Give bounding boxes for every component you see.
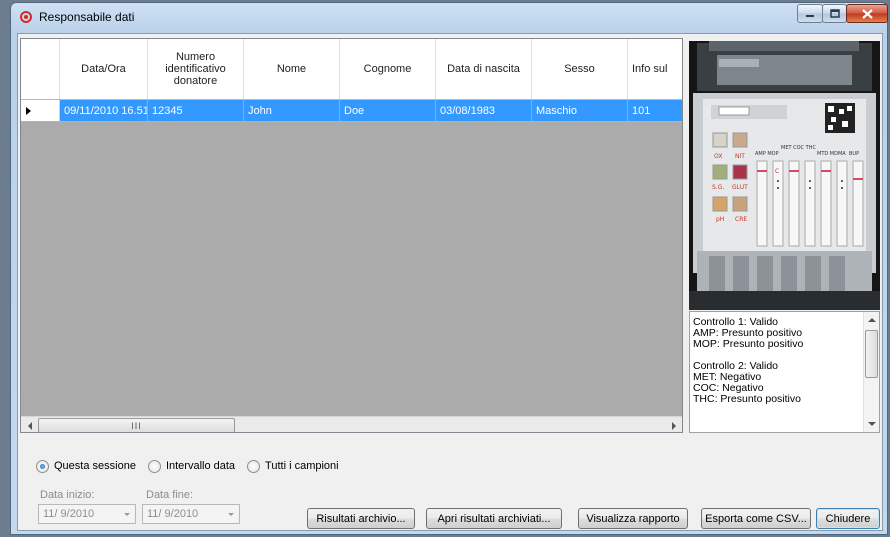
test-cup-photo: OX NIT S.G. GLUT pH CRE AMP MOP MET COC …	[689, 41, 880, 310]
column-header-datetime[interactable]: Data/Ora	[60, 39, 148, 99]
minimize-icon	[806, 14, 814, 17]
control-line-label: C	[775, 168, 779, 175]
scroll-left-button[interactable]	[21, 417, 38, 432]
nit-label: NIT	[735, 153, 745, 160]
close-icon	[861, 8, 873, 19]
results-text: Controllo 1: Valido AMP: Presunto positi…	[693, 317, 863, 405]
end-date-label: Data fine:	[146, 489, 194, 501]
radio-date-range[interactable]: Intervallo data	[147, 459, 236, 473]
end-date-picker[interactable]: 11/ 9/2010	[142, 504, 240, 524]
ph-label: pH	[716, 216, 724, 223]
chevron-down-icon	[227, 512, 234, 516]
horizontal-scrollbar[interactable]: III	[21, 416, 682, 432]
bup-label: BUP	[849, 151, 859, 157]
export-csv-button[interactable]: Esporta come CSV...	[701, 508, 811, 529]
radio-label: Tutti i campioni	[265, 460, 339, 472]
arrow-right-icon	[671, 421, 676, 430]
column-header-info[interactable]: Info sul	[628, 39, 682, 99]
cell-datetime[interactable]: 09/11/2010 16.51	[60, 100, 148, 121]
start-date-dropdown[interactable]	[118, 505, 135, 523]
row-header-corner	[21, 39, 60, 99]
scroll-down-icon[interactable]	[868, 422, 876, 426]
radio-label: Questa sessione	[54, 460, 136, 472]
met-coc-thc-label: MET COC THC	[781, 145, 816, 151]
column-header-donor-id[interactable]: Numero identificativo donatore	[148, 39, 244, 99]
start-date-label: Data inizio:	[40, 489, 95, 501]
close-window-button[interactable]	[846, 4, 888, 23]
radio-unselected-icon[interactable]	[147, 459, 161, 473]
window-title: Responsabile dati	[39, 10, 135, 24]
start-date-picker[interactable]: 11/ 9/2010	[38, 504, 136, 524]
archive-results-button[interactable]: Risultati archivio...	[307, 508, 415, 529]
chevron-down-icon	[123, 512, 130, 516]
start-date-value: 11/ 9/2010	[43, 508, 95, 520]
cell-donor-id[interactable]: 12345	[148, 100, 244, 121]
column-header-surname[interactable]: Cognome	[340, 39, 436, 99]
results-scroll-thumb[interactable]	[865, 330, 878, 378]
scroll-up-icon[interactable]	[868, 318, 876, 322]
row-selector[interactable]	[21, 100, 60, 121]
glut-label: GLUT	[732, 184, 748, 191]
column-header-name[interactable]: Nome	[244, 39, 340, 99]
scroll-thumb[interactable]: III	[38, 418, 235, 432]
grid-header: Data/Ora Numero identificativo donatore …	[21, 39, 682, 100]
title-bar[interactable]: Responsabile dati	[11, 3, 888, 31]
cre-label: CRE	[735, 216, 747, 223]
sg-label: S.G.	[712, 184, 724, 191]
cell-info[interactable]: 101	[628, 100, 682, 121]
current-row-icon	[26, 106, 31, 115]
arrow-left-icon	[27, 421, 32, 430]
view-report-button[interactable]: Visualizza rapporto	[578, 508, 688, 529]
data-manager-window: Responsabile dati Data/Ora Numero identi…	[10, 2, 888, 535]
cell-name[interactable]: John	[244, 100, 340, 121]
radio-unselected-icon[interactable]	[247, 459, 261, 473]
results-vertical-scrollbar[interactable]	[863, 312, 879, 432]
cell-surname[interactable]: Doe	[340, 100, 436, 121]
mtd-mdma-label: MTD MDMA	[817, 151, 846, 157]
maximize-button[interactable]	[822, 4, 847, 23]
column-header-birthdate[interactable]: Data di nascita	[436, 39, 532, 99]
end-date-dropdown[interactable]	[222, 505, 239, 523]
client-area: Data/Ora Numero identificativo donatore …	[17, 33, 883, 531]
results-grid[interactable]: Data/Ora Numero identificativo donatore …	[20, 38, 683, 433]
result-line: THC: Presunto positivo	[693, 393, 801, 405]
test-cup-image: OX NIT S.G. GLUT pH CRE AMP MOP MET COC …	[689, 41, 880, 310]
column-header-sex[interactable]: Sesso	[532, 39, 628, 99]
close-button[interactable]: Chiudere	[816, 508, 880, 529]
maximize-icon	[829, 9, 840, 18]
radio-selected-icon[interactable]	[36, 459, 49, 473]
radio-all-samples[interactable]: Tutti i campioni	[247, 459, 339, 473]
results-textbox[interactable]: Controllo 1: Valido AMP: Presunto positi…	[689, 311, 880, 433]
end-date-value: 11/ 9/2010	[147, 508, 199, 520]
open-archived-results-button[interactable]: Apri risultati archiviati...	[426, 508, 562, 529]
radio-this-session[interactable]: Questa sessione	[36, 459, 136, 473]
app-icon	[20, 11, 32, 23]
sample-filter-group: Questa sessione Intervallo data Tutti i …	[36, 458, 351, 474]
radio-label: Intervallo data	[165, 460, 236, 472]
amp-mop-label: AMP MOP	[755, 151, 779, 157]
cell-birthdate[interactable]: 03/08/1983	[436, 100, 532, 121]
result-line: MOP: Presunto positivo	[693, 338, 804, 350]
table-row[interactable]: 09/11/2010 16.51 12345 John Doe 03/08/19…	[21, 100, 682, 122]
minimize-button[interactable]	[797, 4, 823, 23]
scroll-right-button[interactable]	[665, 417, 682, 432]
ox-label: OX	[714, 153, 722, 160]
cell-sex[interactable]: Maschio	[532, 100, 628, 121]
